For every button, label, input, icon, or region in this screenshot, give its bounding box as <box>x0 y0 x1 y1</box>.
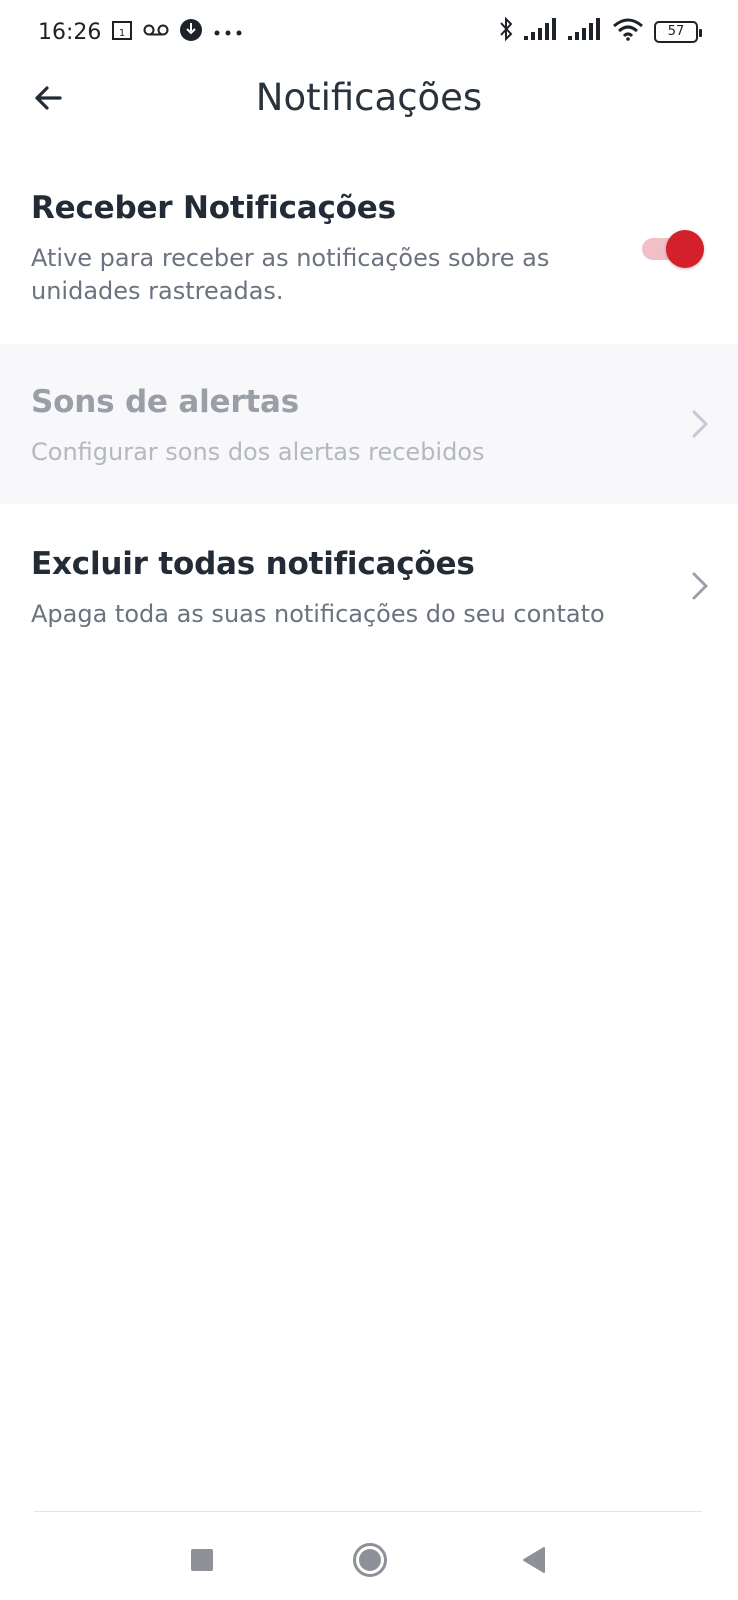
page-title: Notificações <box>255 76 483 119</box>
signal-icon <box>524 18 558 45</box>
voicemail-icon <box>143 22 169 43</box>
status-bar: 16:26 1 57 <box>0 0 738 64</box>
wifi-icon <box>612 17 644 46</box>
battery-level: 57 <box>667 24 685 39</box>
delete-all-description: Apaga toda as suas notificações do seu c… <box>31 600 605 628</box>
toggle-thumb <box>666 230 704 268</box>
calendar-icon: 1 <box>111 19 133 46</box>
circle-home-icon <box>352 1542 388 1583</box>
chevron-right-icon <box>688 408 712 440</box>
battery-icon: 57 <box>654 20 702 43</box>
chevron-right-icon <box>688 570 712 602</box>
receive-notifications-description: Ative para receber as notificações sobre… <box>31 244 550 305</box>
receive-notifications-title: Receber Notificações <box>31 190 396 226</box>
notification-icon <box>179 18 203 47</box>
alert-sounds-row[interactable]: Sons de alertas Configurar sons dos aler… <box>0 344 738 504</box>
status-right: 57 <box>498 16 702 47</box>
system-navigation-bar <box>0 1512 738 1600</box>
status-time: 16:26 <box>38 20 102 45</box>
home-button[interactable] <box>350 1542 390 1582</box>
recents-button[interactable] <box>182 1542 222 1582</box>
delete-all-notifications-row[interactable]: Excluir todas notificações Apaga toda as… <box>0 504 738 664</box>
more-icon <box>213 24 243 42</box>
square-icon <box>190 1548 214 1577</box>
alert-sounds-title: Sons de alertas <box>31 384 299 420</box>
receive-notifications-toggle[interactable] <box>640 226 706 268</box>
triangle-back-icon <box>521 1546 547 1579</box>
alert-sounds-description: Configurar sons dos alertas recebidos <box>31 438 485 466</box>
receive-notifications-row: Receber Notificações Ative para receber … <box>0 170 738 340</box>
delete-all-title: Excluir todas notificações <box>31 546 475 582</box>
app-bar: Notificações <box>0 64 738 164</box>
bluetooth-icon <box>498 16 514 47</box>
status-left: 16:26 1 <box>38 18 243 47</box>
system-back-button[interactable] <box>514 1542 554 1582</box>
signal-icon <box>568 18 602 45</box>
svg-text:1: 1 <box>119 28 125 39</box>
